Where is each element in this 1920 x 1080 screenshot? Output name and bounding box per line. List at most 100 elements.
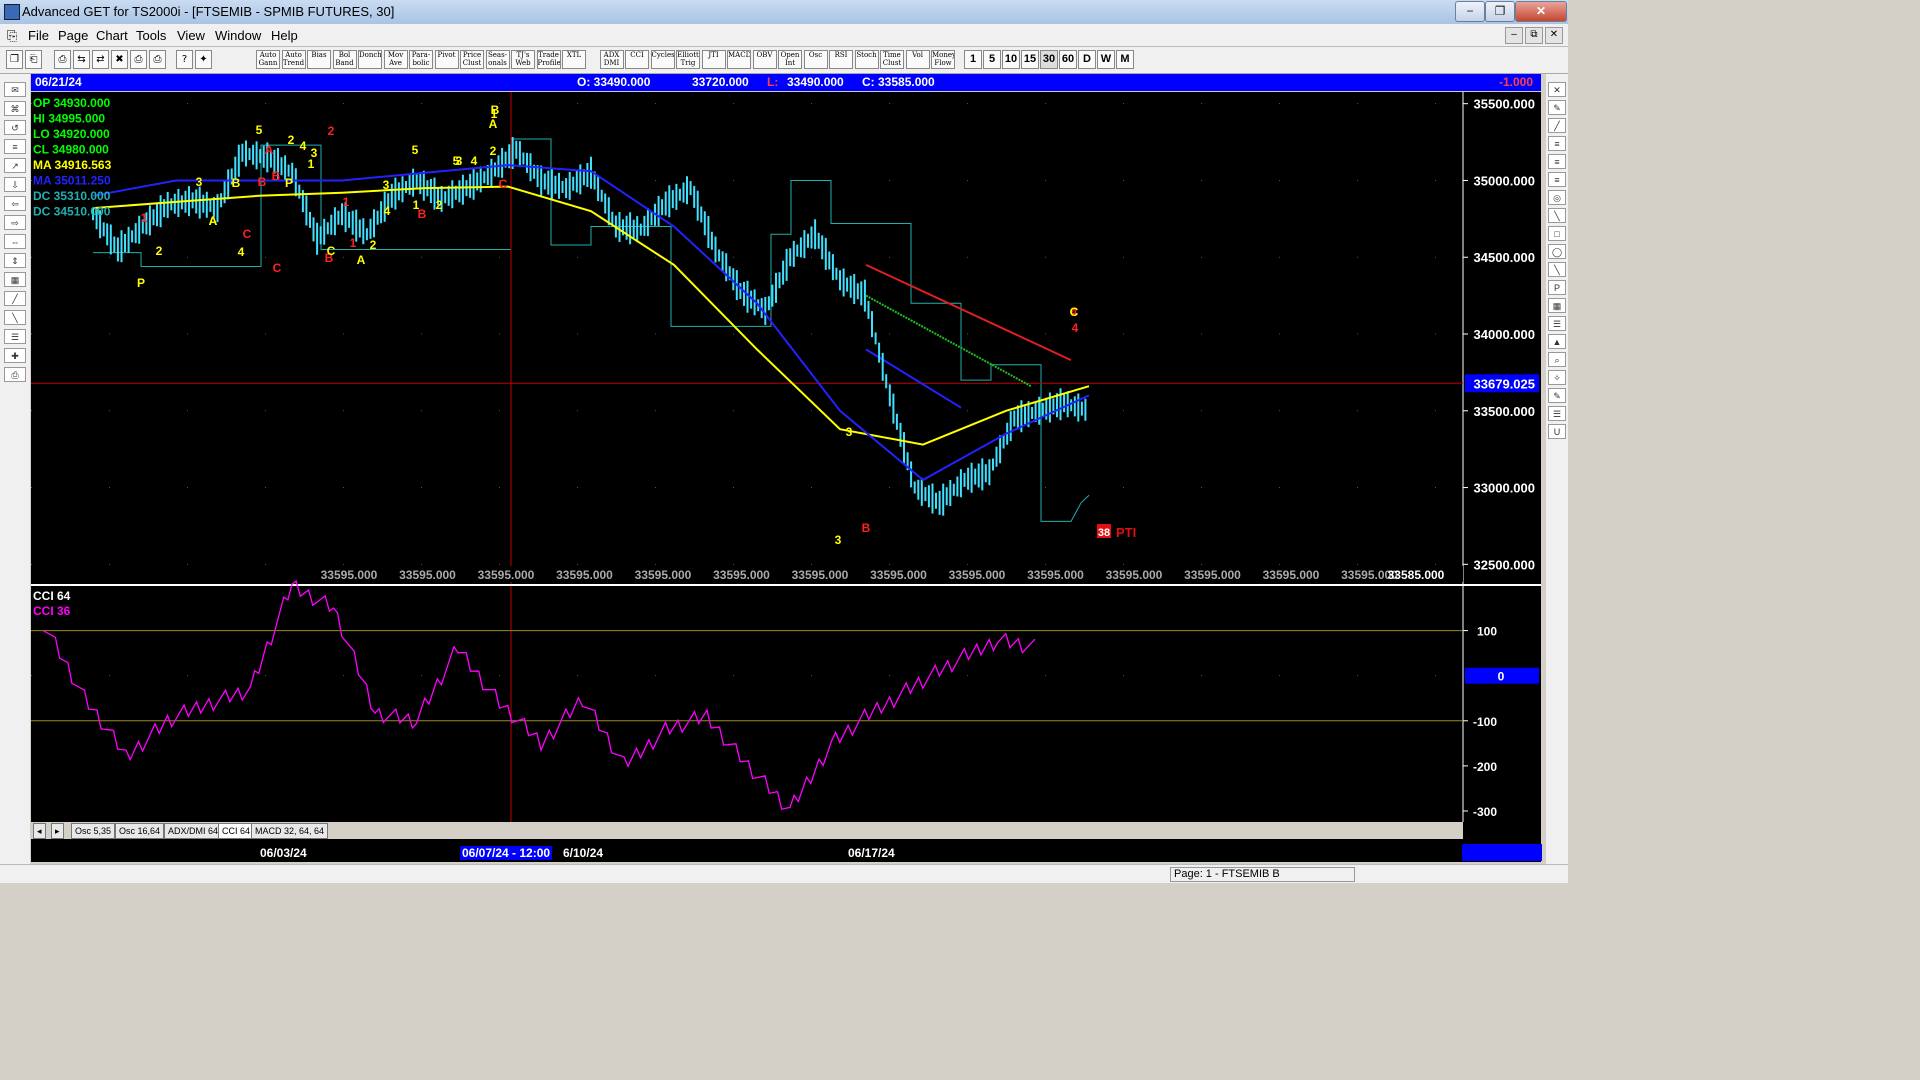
arrow-left-icon[interactable]: ⇦	[4, 196, 26, 211]
menu-window[interactable]: Window	[215, 28, 261, 43]
timeframe-w-button[interactable]: W	[1097, 50, 1115, 69]
toolbar-study-open-int[interactable]: Open Int	[778, 50, 802, 69]
toolbar-study-osc[interactable]: Osc	[803, 50, 828, 69]
timeframe-10-button[interactable]: 10	[1002, 50, 1020, 69]
mdi-close-button[interactable]: ✕	[1545, 27, 1563, 44]
toolbar-study-auto-trend[interactable]: Auto Trend	[281, 50, 306, 69]
tab-scroll-right[interactable]: ▸	[51, 823, 64, 839]
arrow-right-icon[interactable]: ⇨	[4, 215, 26, 230]
toolbar-icon-button[interactable]: ⎙	[54, 50, 71, 69]
toolbar-study-rsi[interactable]: RSI	[829, 50, 853, 69]
print-icon[interactable]: ⎙	[4, 367, 26, 382]
timeframe-d-button[interactable]: D	[1078, 50, 1096, 69]
menu-tools[interactable]: Tools	[136, 28, 166, 43]
timeframe-60-button[interactable]: 60	[1059, 50, 1077, 69]
menu-file[interactable]: File	[28, 28, 49, 43]
toolbar-study-elliott-trig[interactable]: Elliott Trig	[676, 50, 700, 69]
chart-canvas[interactable]: 35500.00035000.00034500.00034000.0003350…	[31, 92, 1541, 822]
tab-cci-64[interactable]: CCI 64	[218, 823, 255, 839]
tab-scroll-left[interactable]: ◂	[33, 823, 46, 839]
toolbar-study-cci[interactable]: CCI	[625, 50, 649, 69]
toolbar-study-time-clust[interactable]: Time Clust	[880, 50, 904, 69]
toolbar-icon-button[interactable]: ✦	[195, 50, 212, 69]
mdi-minimize-button[interactable]: –	[1505, 27, 1523, 44]
menu-chart[interactable]: Chart	[96, 28, 128, 43]
toolbar-study-mov-ave[interactable]: Mov Ave	[383, 50, 408, 69]
toolbar-study-cycles[interactable]: Cycles	[650, 50, 675, 69]
magnet-icon[interactable]: U	[1548, 424, 1566, 439]
close-x-icon[interactable]: ✕	[1548, 82, 1566, 97]
menu-view[interactable]: View	[177, 28, 205, 43]
tab-adx-dmi-64[interactable]: ADX/DMI 64	[164, 823, 223, 839]
pencil-icon[interactable]: ✎	[1548, 100, 1566, 115]
toolbar-study-price-clust[interactable]: Price Clust	[460, 50, 484, 69]
tab-osc-5-35[interactable]: Osc 5,35	[71, 823, 116, 839]
timeframe-1-button[interactable]: 1	[964, 50, 982, 69]
timeframe-m-button[interactable]: M	[1116, 50, 1134, 69]
elliott-icon[interactable]: ⌘	[4, 101, 26, 116]
toolbar-study-obv[interactable]: OBV	[752, 50, 777, 69]
toolbar-study-adx-dmi[interactable]: ADX DMI	[599, 50, 624, 69]
gann-icon[interactable]: ╲	[4, 310, 26, 325]
restore-button[interactable]: ❐	[1485, 1, 1515, 22]
circle-icon[interactable]: ◎	[1548, 190, 1566, 205]
grid-tool-icon[interactable]: ▦	[1548, 298, 1566, 313]
wand-icon[interactable]: ✧	[1548, 370, 1566, 385]
fib-box-icon[interactable]: ☰	[1548, 316, 1566, 331]
spread-icon[interactable]: ⇔	[4, 234, 26, 249]
toolbar-study-bias[interactable]: Bias	[307, 50, 331, 69]
toolbar-study-xtl[interactable]: XTL	[562, 50, 586, 69]
menu-help[interactable]: Help	[271, 28, 298, 43]
fib-ret-icon[interactable]: ≡	[1548, 136, 1566, 151]
list-icon[interactable]: ☰	[1548, 406, 1566, 421]
elliott-tool-icon[interactable]: ↗	[4, 158, 26, 173]
toolbar-icon-button[interactable]: ⇄	[92, 50, 109, 69]
fib-ext-icon[interactable]: ≡	[1548, 154, 1566, 169]
tab-osc-16-64[interactable]: Osc 16,64	[115, 823, 165, 839]
fib-time-icon[interactable]: ≡	[1548, 172, 1566, 187]
toolbar-icon-button[interactable]: ✖	[111, 50, 128, 69]
toolbar-study-donch[interactable]: Donch	[358, 50, 382, 69]
toolbar-icon-button[interactable]: ⎗	[25, 50, 42, 69]
toolbar-study-stoch[interactable]: Stoch	[854, 50, 879, 69]
square-icon[interactable]: □	[1548, 226, 1566, 241]
timeframe-5-button[interactable]: 5	[983, 50, 1001, 69]
close-button[interactable]: ✕	[1515, 1, 1567, 22]
toolbar-study-para-bolic[interactable]: Para-bolic	[409, 50, 433, 69]
brush-icon[interactable]: ✎	[1548, 388, 1566, 403]
menu-page[interactable]: Page	[58, 28, 88, 43]
toolbar-study-trade-profile[interactable]: Trade Profile	[536, 50, 561, 69]
toolbar-study-pivot[interactable]: Pivot	[434, 50, 459, 69]
toolbar-study-money-flow[interactable]: Money Flow	[931, 50, 955, 69]
toolbar-icon-button[interactable]: ?	[176, 50, 193, 69]
fib-icon[interactable]: ☰	[4, 329, 26, 344]
cross-icon[interactable]: ✚	[4, 348, 26, 363]
toolbar-icon-button[interactable]: ❐	[6, 50, 23, 69]
study-icon[interactable]: ≡	[4, 139, 26, 154]
toolbar-study-bol-band[interactable]: Bol Band	[332, 50, 357, 69]
chart-area[interactable]: 35500.000 35000.000 34500.000 34000.000 3350…	[31, 92, 1541, 862]
arrow-down-icon[interactable]: ⇩	[4, 177, 26, 192]
toolbar-icon-button[interactable]: ⎙	[149, 50, 166, 69]
ruler-icon[interactable]: ╱	[1548, 118, 1566, 133]
pti-icon[interactable]: P	[1548, 280, 1566, 295]
ellipse-icon[interactable]: ◯	[1548, 244, 1566, 259]
toolbar-study-jti[interactable]: JTI	[701, 50, 726, 69]
toolbar-study-vol[interactable]: Vol	[905, 50, 930, 69]
slash-icon[interactable]: ╲	[1548, 262, 1566, 277]
timeframe-30-button[interactable]: 30	[1040, 50, 1058, 69]
toolbar-icon-button[interactable]: ⇆	[73, 50, 90, 69]
reset-icon[interactable]: ↺	[4, 120, 26, 135]
toolbar-study-tj-s-web[interactable]: TJ's Web	[511, 50, 535, 69]
toolbar-study-seas-onals[interactable]: Seas-onals	[485, 50, 510, 69]
zoom-icon[interactable]: ⌕	[1548, 352, 1566, 367]
lines-icon[interactable]: ╱	[4, 291, 26, 306]
grid-icon[interactable]: ▦	[4, 272, 26, 287]
toolbar-study-macd[interactable]: MACD	[727, 50, 751, 69]
fan-icon[interactable]: ╲	[1548, 208, 1566, 223]
split-icon[interactable]: ⇕	[4, 253, 26, 268]
up-arrow-icon[interactable]: ▲	[1548, 334, 1566, 349]
tab-macd[interactable]: MACD 32, 64, 64	[251, 823, 329, 839]
toolbar-study-auto-gann[interactable]: Auto Gann	[256, 50, 280, 69]
open-icon[interactable]: ✉	[4, 82, 26, 97]
